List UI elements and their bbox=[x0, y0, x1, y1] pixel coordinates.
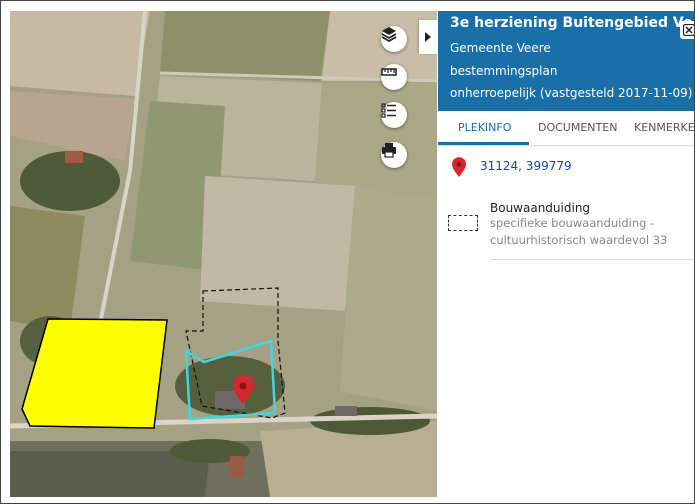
print-icon bbox=[382, 143, 396, 158]
panel-collapse-toggle[interactable] bbox=[419, 20, 437, 54]
location-marker-icon[interactable] bbox=[233, 376, 253, 404]
close-icon bbox=[683, 24, 694, 36]
bouwaanduiding-description-line2: cultuurhistorisch waardevol 33 bbox=[490, 233, 668, 247]
chevron-right-icon bbox=[425, 32, 431, 42]
divider bbox=[490, 259, 694, 260]
dashed-boundary-icon bbox=[448, 215, 478, 231]
aerial-map[interactable] bbox=[10, 11, 437, 497]
location-pin-icon bbox=[452, 157, 466, 177]
tab-kenmerken[interactable]: KENMERKEN bbox=[634, 121, 694, 134]
layers-button[interactable] bbox=[381, 26, 407, 52]
app-frame: 3e herziening Buitengebied Veere Gemeent… bbox=[0, 0, 695, 504]
ruler-icon bbox=[381, 68, 397, 76]
measure-button[interactable] bbox=[381, 64, 407, 90]
plan-status: onherroepelijk (vastgesteld 2017-11-09) bbox=[450, 86, 693, 100]
plan-title: 3e herziening Buitengebied Veere bbox=[450, 15, 694, 31]
layers-icon bbox=[381, 27, 397, 42]
print-button[interactable] bbox=[381, 142, 407, 168]
close-panel-button[interactable] bbox=[680, 21, 694, 39]
plan-type: bestemmingsplan bbox=[450, 64, 558, 78]
panel-header: 3e herziening Buitengebied Veere Gemeent… bbox=[438, 11, 694, 111]
tab-documenten[interactable]: DOCUMENTEN bbox=[538, 121, 617, 134]
tab-plekinfo[interactable]: PLEKINFO bbox=[458, 121, 511, 134]
legend-button[interactable] bbox=[381, 102, 407, 128]
panel-tabs: PLEKINFO DOCUMENTEN KENMERKEN bbox=[438, 111, 694, 146]
legend-list-icon bbox=[381, 103, 396, 118]
municipality-name: Gemeente Veere bbox=[450, 41, 551, 55]
bouwaanduiding-description-line1: specifieke bouwaanduiding - bbox=[490, 216, 655, 230]
info-panel: 3e herziening Buitengebied Veere Gemeent… bbox=[438, 11, 694, 497]
active-tab-indicator bbox=[438, 142, 529, 145]
aerial-imagery bbox=[10, 11, 437, 497]
coordinates-link[interactable]: 31124, 399779 bbox=[480, 159, 572, 173]
bouwaanduiding-title: Bouwaanduiding bbox=[490, 201, 591, 215]
